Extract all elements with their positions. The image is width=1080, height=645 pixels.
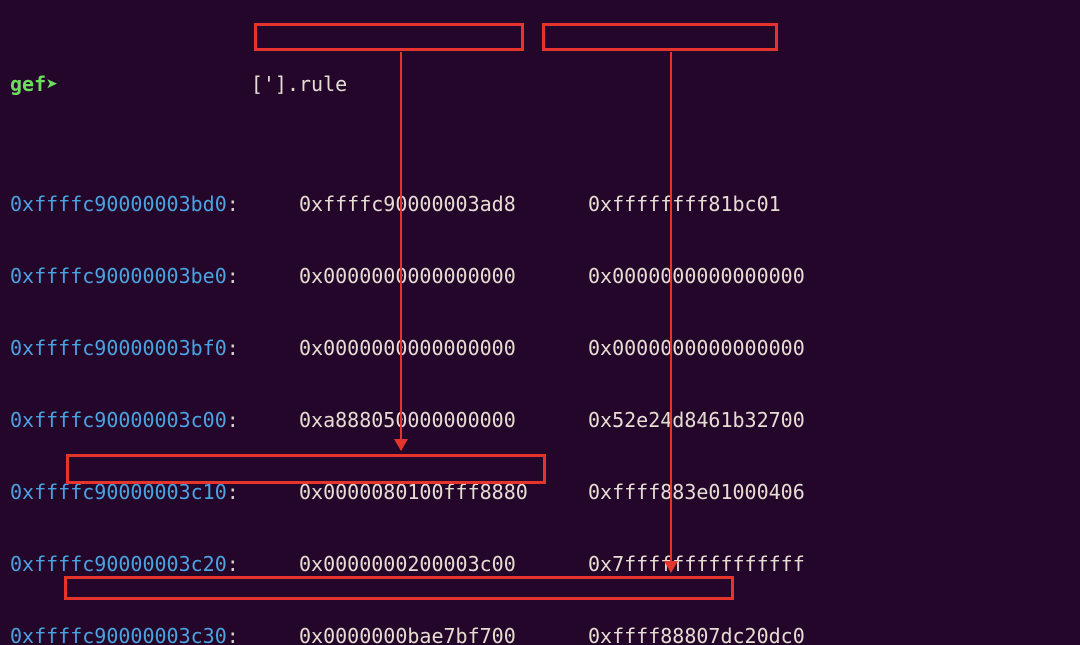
memdump-row: 0xffffc90000003c00: 0xa888050000000000 0… <box>10 408 1074 432</box>
memdump-row: 0xffffc90000003c10: 0x0000080100fff8880 … <box>10 480 1074 504</box>
gef-prompt: gef➤ <box>10 72 58 96</box>
annotation-box <box>64 576 734 600</box>
memdump-row: 0xffffc90000003c30: 0x0000000bae7bf700 0… <box>10 624 1074 645</box>
terminal[interactable]: gef➤ ['].rule 0xffffc90000003bd0: 0xffff… <box>0 0 1080 645</box>
annotation-box <box>254 23 524 51</box>
memdump-row: 0xffffc90000003bd0: 0xffffc90000003ad8 0… <box>10 192 1074 216</box>
annotation-box <box>542 23 778 51</box>
memdump-row: 0xffffc90000003bf0: 0x0000000000000000 0… <box>10 336 1074 360</box>
cmd-tail: ['].rule <box>251 72 347 96</box>
annotation-arrow <box>400 52 402 450</box>
memdump-row: 0xffffc90000003c20: 0x0000000200003c00 0… <box>10 552 1074 576</box>
memdump-row: 0xffffc90000003be0: 0x0000000000000000 0… <box>10 264 1074 288</box>
